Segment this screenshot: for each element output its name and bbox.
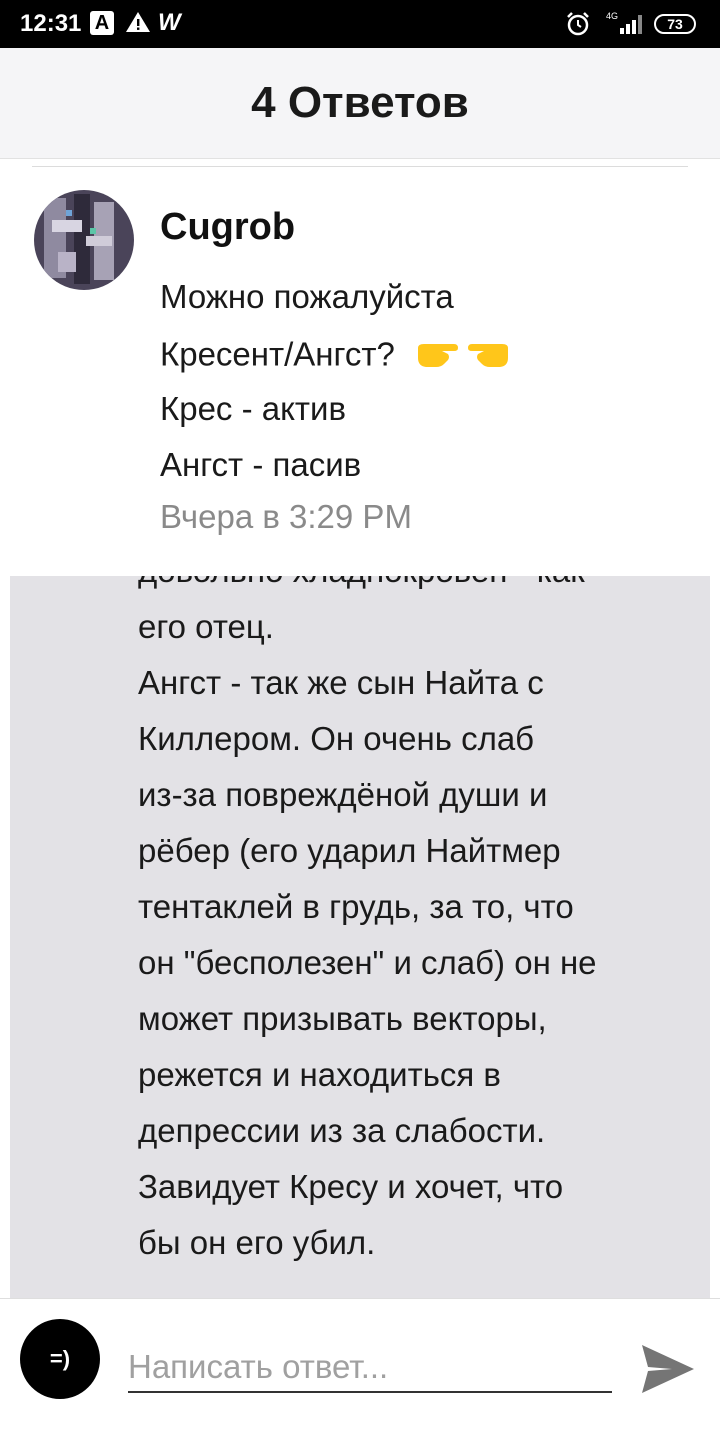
reply-line: Киллером. Он очень слаб [138,720,535,757]
reply-line: рёбер (его ударил Найтмер [138,832,561,869]
reply-line: Завидует Кресу и хочет, что [138,1168,564,1205]
reply-input[interactable] [128,1343,612,1393]
reply-composer: =) [0,1298,720,1441]
comment-line-with-emoji: Кресент/Ангст? [160,334,512,380]
reply-line: из-за повреждёной души и [138,776,548,813]
send-icon[interactable] [638,1341,698,1402]
status-bar: 12:31 A W 4G 73 [0,0,720,48]
reply-line: довольно хладнокровен - как [138,576,585,590]
comment-line: Крес - актив [160,390,346,427]
reply-line: депрессии из за слабости. [138,1112,546,1149]
comment-line: Можно пожалуйста [160,278,454,315]
status-time: 12:31 [20,10,82,37]
app-a-icon: A [90,11,114,35]
comment-author[interactable]: Cugrob [160,206,295,249]
reply-line: тентаклей в грудь, за то, что [138,888,574,925]
signal-icon: 4G [606,10,648,43]
reply-line: бы он его убил. [138,1224,376,1261]
header: 4 Ответов [0,48,720,159]
comment-line: Ангст - пасив [160,446,362,483]
page-title: 4 Ответов [251,78,469,127]
reply-line: может призывать векторы, [138,1000,547,1037]
reply-line: Ангст - так же сын Найта с [138,664,544,701]
avatar[interactable] [34,190,134,290]
reply-line: его отец. [138,608,274,645]
alarm-icon [565,11,591,42]
w-app-icon: W [158,9,181,36]
battery-indicator: 73 [654,14,696,34]
emoji-button[interactable]: =) [20,1319,100,1399]
warning-icon [125,10,151,39]
reply-panel[interactable]: довольно хладнокровен - как его отец. Ан… [10,576,710,1298]
reply-line: режется и находиться в [138,1056,501,1093]
pointing-hands-emoji-icon [414,334,512,380]
comment-line: Кресент/Ангст? [160,335,395,373]
divider [32,166,688,167]
comment-timestamp: Вчера в 3:29 PM [160,498,412,535]
reply-line: он "бесполезен" и слаб) он не [138,944,597,981]
network-type: 4G [606,11,618,21]
